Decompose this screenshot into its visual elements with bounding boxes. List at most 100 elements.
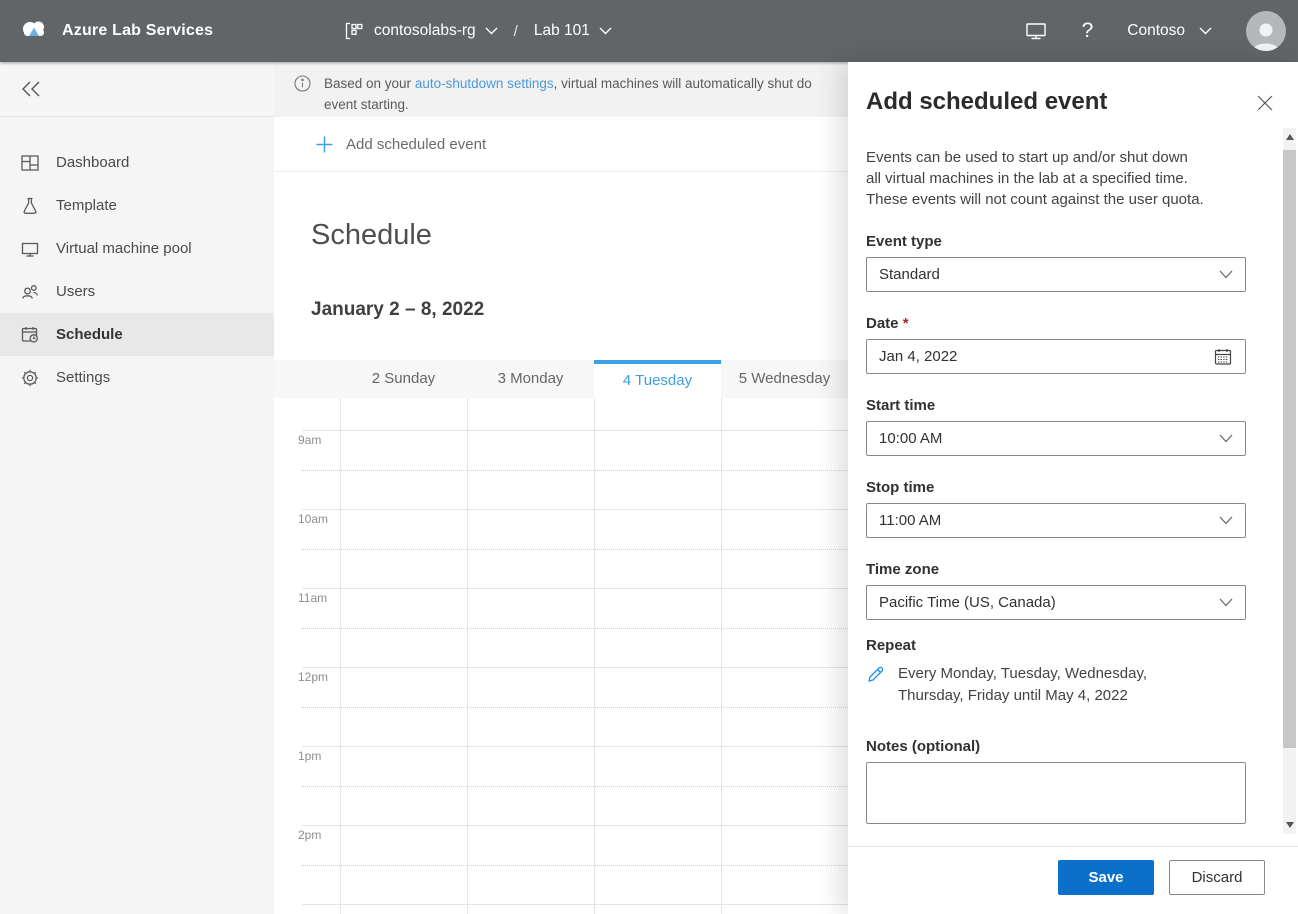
start-time-value: 10:00 AM <box>879 430 1219 447</box>
required-asterisk: * <box>903 315 909 332</box>
start-time-select[interactable]: 10:00 AM <box>866 421 1246 456</box>
dashboard-icon <box>20 153 40 173</box>
day-tab-wednesday[interactable]: 5 Wednesday <box>721 360 848 398</box>
date-input[interactable]: Jan 4, 2022 <box>866 339 1246 374</box>
tenant-name: Contoso <box>1127 22 1185 40</box>
app-window: Azure Lab Services contosolabs-rg / Lab … <box>0 0 1298 914</box>
scrollbar-thumb[interactable] <box>1283 150 1296 748</box>
notes-input[interactable] <box>866 762 1246 824</box>
sidebar-item-label: Dashboard <box>56 154 129 171</box>
scroll-up-arrow-icon[interactable] <box>1286 134 1294 140</box>
chevron-down-icon <box>1199 27 1212 35</box>
sidebar-item-settings[interactable]: Settings <box>0 356 274 399</box>
stop-time-value: 11:00 AM <box>879 512 1219 529</box>
monitor-icon[interactable] <box>1024 20 1048 42</box>
sidebar: Dashboard Template Virtual machine pool <box>0 62 274 914</box>
date-label: Date * <box>866 315 1246 332</box>
resource-group-icon <box>344 21 364 41</box>
chevron-down-icon <box>1219 434 1233 443</box>
add-scheduled-event-label: Add scheduled event <box>346 136 486 153</box>
tenant-menu[interactable]: Contoso <box>1127 22 1212 40</box>
notes-field: Notes (optional) <box>866 738 1246 824</box>
top-bar: Azure Lab Services contosolabs-rg / Lab … <box>0 0 1298 62</box>
sidebar-item-label: Settings <box>56 369 110 386</box>
chevron-down-icon <box>1219 598 1233 607</box>
collapse-icon[interactable] <box>18 78 44 100</box>
time-label: 9am <box>298 433 321 447</box>
breadcrumb-resource-group[interactable]: contosolabs-rg <box>374 22 498 40</box>
day-tab-tuesday[interactable]: 4 Tuesday <box>594 360 721 398</box>
day-tab-sunday[interactable]: 2 Sunday <box>340 360 467 398</box>
description-line: Events can be used to start up and/or sh… <box>866 147 1246 168</box>
avatar[interactable] <box>1246 11 1286 51</box>
sidebar-item-vm-pool[interactable]: Virtual machine pool <box>0 227 274 270</box>
panel-body: Events can be used to start up and/or sh… <box>866 120 1246 824</box>
edit-pencil-icon[interactable] <box>866 665 885 707</box>
sidebar-item-users[interactable]: Users <box>0 270 274 313</box>
add-icon <box>316 136 333 153</box>
users-icon <box>20 282 40 302</box>
time-zone-label: Time zone <box>866 561 1246 578</box>
breadcrumb: contosolabs-rg / Lab 101 <box>344 0 612 62</box>
template-icon <box>20 196 40 216</box>
calendar-gutter <box>274 360 340 398</box>
panel-description: Events can be used to start up and/or sh… <box>866 147 1246 210</box>
sidebar-item-label: Virtual machine pool <box>56 240 192 257</box>
scroll-down-arrow-icon[interactable] <box>1286 822 1294 828</box>
notes-label: Notes (optional) <box>866 738 1246 755</box>
help-icon[interactable]: ? <box>1082 19 1094 43</box>
date-label-text: Date <box>866 315 899 332</box>
add-event-panel: Add scheduled event Events can be used t… <box>848 62 1298 914</box>
sidebar-item-dashboard[interactable]: Dashboard <box>0 141 274 184</box>
repeat-summary: Every Monday, Tuesday, Wednesday, Thursd… <box>898 663 1198 707</box>
panel-scrollbar[interactable] <box>1283 128 1296 834</box>
panel-footer: Save Discard <box>848 846 1298 914</box>
stop-time-field: Stop time 11:00 AM <box>866 479 1246 538</box>
repeat-field: Repeat Every Monday, Tuesday, Wednesday,… <box>866 637 1246 707</box>
time-label: 10am <box>298 512 328 526</box>
chevron-down-icon <box>1219 516 1233 525</box>
time-label: 12pm <box>298 670 328 684</box>
banner-text-prefix: Based on your <box>324 76 415 91</box>
time-zone-value: Pacific Time (US, Canada) <box>879 594 1219 611</box>
description-line: all virtual machines in the lab at a spe… <box>866 168 1246 189</box>
info-icon <box>294 75 311 117</box>
azure-logo <box>18 15 50 47</box>
day-tab-monday[interactable]: 3 Monday <box>467 360 594 398</box>
chevron-down-icon <box>599 27 612 35</box>
time-zone-field: Time zone Pacific Time (US, Canada) <box>866 561 1246 620</box>
stop-time-select[interactable]: 11:00 AM <box>866 503 1246 538</box>
time-label: 11am <box>298 591 327 605</box>
sidebar-item-schedule[interactable]: Schedule <box>0 313 274 356</box>
auto-shutdown-settings-link[interactable]: auto-shutdown settings <box>415 76 554 91</box>
app-title: Azure Lab Services <box>62 22 213 40</box>
banner-text-suffix: , virtual machines will automatically sh… <box>554 76 812 91</box>
time-zone-select[interactable]: Pacific Time (US, Canada) <box>866 585 1246 620</box>
schedule-icon <box>20 325 40 345</box>
description-line: These events will not count against the … <box>866 189 1246 210</box>
date-field: Date * Jan 4, 2022 <box>866 315 1246 374</box>
panel-title: Add scheduled event <box>866 88 1298 116</box>
calendar-picker-icon[interactable] <box>1213 347 1233 367</box>
breadcrumb-lab[interactable]: Lab 101 <box>534 22 612 40</box>
time-label: 1pm <box>298 749 321 763</box>
sidebar-item-label: Template <box>56 197 117 214</box>
sidebar-item-template[interactable]: Template <box>0 184 274 227</box>
banner-line1: Based on your auto-shutdown settings, vi… <box>324 73 812 94</box>
close-icon[interactable] <box>1256 94 1274 117</box>
banner-line2: event starting. <box>324 94 812 115</box>
vm-pool-icon <box>20 239 40 259</box>
resource-group-name: contosolabs-rg <box>374 22 476 40</box>
discard-button[interactable]: Discard <box>1169 860 1265 895</box>
chevron-down-icon <box>1219 270 1233 279</box>
date-value: Jan 4, 2022 <box>879 348 1213 365</box>
stop-time-label: Stop time <box>866 479 1246 496</box>
sidebar-nav: Dashboard Template Virtual machine pool <box>0 117 274 399</box>
event-type-select[interactable]: Standard <box>866 257 1246 292</box>
sidebar-item-label: Schedule <box>56 326 123 343</box>
sidebar-item-label: Users <box>56 283 95 300</box>
chevron-down-icon <box>485 27 498 35</box>
start-time-field: Start time 10:00 AM <box>866 397 1246 456</box>
repeat-label: Repeat <box>866 637 1246 654</box>
save-button[interactable]: Save <box>1058 860 1154 895</box>
